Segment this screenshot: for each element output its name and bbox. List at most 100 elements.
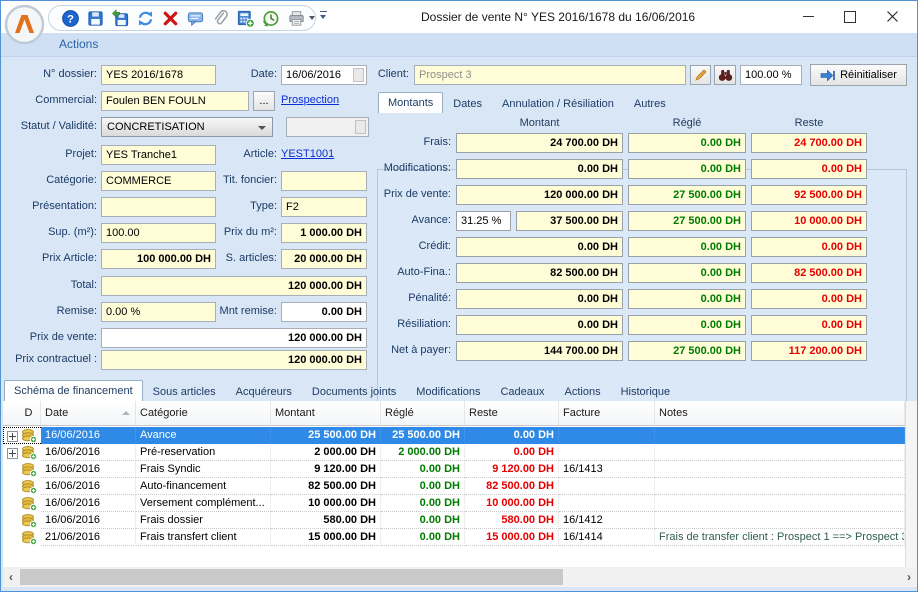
table-row[interactable]: 16/06/2016 Pré-reservation 2 000.00 DH 2… <box>3 444 905 461</box>
table-row[interactable]: 21/06/2016 Frais transfert client 15 000… <box>3 529 905 546</box>
save-icon[interactable] <box>84 7 106 29</box>
calculator-add-icon[interactable] <box>234 7 256 29</box>
comment-icon[interactable] <box>184 7 206 29</box>
save-import-icon[interactable] <box>109 7 131 29</box>
delete-icon[interactable] <box>159 7 181 29</box>
row-expander[interactable] <box>7 431 18 442</box>
cell-notes[interactable] <box>655 478 905 495</box>
maximize-button[interactable] <box>829 1 871 32</box>
tab-sous-articles[interactable]: Sous articles <box>143 382 226 401</box>
modifications-reste-field[interactable]: 0.00 DH <box>751 159 867 179</box>
cell-facture[interactable] <box>559 478 655 495</box>
avance-percent-field[interactable]: 31.25 % <box>456 211 511 231</box>
scroll-right-icon[interactable]: › <box>901 567 917 587</box>
penalite-regle-field[interactable]: 0.00 DH <box>628 289 746 309</box>
header-categorie[interactable]: Catégorie <box>136 401 271 425</box>
presentation-field[interactable] <box>101 197 216 217</box>
modifications-montant-field[interactable]: 0.00 DH <box>456 159 623 179</box>
tab-cadeaux[interactable]: Cadeaux <box>490 382 554 401</box>
cell-montant[interactable]: 9 120.00 DH <box>271 461 381 478</box>
cell-notes[interactable] <box>655 427 905 444</box>
cell-montant[interactable]: 2 000.00 DH <box>271 444 381 461</box>
edit-pencil-icon[interactable] <box>690 65 711 85</box>
help-icon[interactable]: ? <box>59 7 81 29</box>
penalite-reste-field[interactable]: 0.00 DH <box>751 289 867 309</box>
close-button[interactable] <box>871 1 913 32</box>
reset-button[interactable]: Réinitialiser <box>810 64 907 86</box>
cell-reste[interactable]: 82 500.00 DH <box>465 478 559 495</box>
tab-montants[interactable]: Montants <box>378 92 443 113</box>
cell-regle[interactable]: 0.00 DH <box>381 512 465 529</box>
header-reste[interactable]: Reste <box>465 401 559 425</box>
header-regle[interactable]: Réglé <box>381 401 465 425</box>
cell-categorie[interactable]: Frais dossier <box>136 512 271 529</box>
statut-combobox[interactable]: CONCRETISATION <box>101 117 273 137</box>
client-field[interactable]: Prospect 3 <box>414 65 686 85</box>
cell-regle[interactable]: 0.00 DH <box>381 495 465 512</box>
net-a-payer-montant-field[interactable]: 144 700.00 DH <box>456 341 623 361</box>
net-a-payer-reste-field[interactable]: 117 200.00 DH <box>751 341 867 361</box>
cell-date[interactable]: 16/06/2016 <box>41 512 136 529</box>
cell-montant[interactable]: 25 500.00 DH <box>271 427 381 444</box>
cell-categorie[interactable]: Frais Syndic <box>136 461 271 478</box>
cell-notes[interactable] <box>655 495 905 512</box>
resiliation-reste-field[interactable]: 0.00 DH <box>751 315 867 335</box>
menu-actions[interactable]: Actions <box>59 37 98 51</box>
total-field[interactable]: 120 000.00 DH <box>101 276 367 296</box>
tab-actions[interactable]: Actions <box>555 382 611 401</box>
prix-vente-regle-field[interactable]: 27 500.00 DH <box>628 185 746 205</box>
credit-montant-field[interactable]: 0.00 DH <box>456 237 623 257</box>
cell-facture[interactable] <box>559 444 655 461</box>
row-expander[interactable] <box>7 448 18 459</box>
resiliation-montant-field[interactable]: 0.00 DH <box>456 315 623 335</box>
cell-regle[interactable]: 2 000.00 DH <box>381 444 465 461</box>
prix-article-field[interactable]: 100 000.00 DH <box>101 249 216 269</box>
cell-montant[interactable]: 580.00 DH <box>271 512 381 529</box>
toolbar-overflow-icon[interactable] <box>319 10 329 24</box>
table-row[interactable]: 16/06/2016 Frais dossier 580.00 DH 0.00 … <box>3 512 905 529</box>
cell-montant[interactable]: 15 000.00 DH <box>271 529 381 546</box>
cell-facture[interactable]: 16/1413 <box>559 461 655 478</box>
cell-reste[interactable]: 10 000.00 DH <box>465 495 559 512</box>
tit-foncier-field[interactable] <box>281 171 367 191</box>
cell-date[interactable]: 16/06/2016 <box>41 495 136 512</box>
resiliation-regle-field[interactable]: 0.00 DH <box>628 315 746 335</box>
header-d[interactable]: D <box>17 401 41 425</box>
cell-facture[interactable] <box>559 427 655 444</box>
cell-date[interactable]: 16/06/2016 <box>41 461 136 478</box>
minimize-button[interactable] <box>787 1 829 32</box>
header-facture[interactable]: Facture <box>559 401 655 425</box>
auto-fina-reste-field[interactable]: 82 500.00 DH <box>751 263 867 283</box>
cell-categorie[interactable]: Frais transfert client <box>136 529 271 546</box>
prix-vente-field[interactable]: 120 000.00 DH <box>101 328 367 348</box>
print-icon[interactable] <box>284 7 308 29</box>
scroll-left-icon[interactable]: ‹ <box>3 567 19 587</box>
attachment-icon[interactable] <box>209 7 231 29</box>
credit-reste-field[interactable]: 0.00 DH <box>751 237 867 257</box>
table-row[interactable]: 16/06/2016 Frais Syndic 9 120.00 DH 0.00… <box>3 461 905 478</box>
cell-categorie[interactable]: Versement complément... <box>136 495 271 512</box>
cell-montant[interactable]: 82 500.00 DH <box>271 478 381 495</box>
auto-fina-montant-field[interactable]: 82 500.00 DH <box>456 263 623 283</box>
tab-annulation-resiliation[interactable]: Annulation / Résiliation <box>492 94 624 113</box>
cell-montant[interactable]: 10 000.00 DH <box>271 495 381 512</box>
sup-field[interactable]: 100.00 <box>101 223 216 243</box>
cell-regle[interactable]: 0.00 DH <box>381 478 465 495</box>
tab-documents-joints[interactable]: Documents joints <box>302 382 406 401</box>
type-field[interactable]: F2 <box>281 197 367 217</box>
tab-dates[interactable]: Dates <box>443 94 492 113</box>
cell-reste[interactable]: 580.00 DH <box>465 512 559 529</box>
net-a-payer-regle-field[interactable]: 27 500.00 DH <box>628 341 746 361</box>
frais-regle-field[interactable]: 0.00 DH <box>628 133 746 153</box>
commercial-field[interactable]: Foulen BEN FOULN <box>101 91 249 111</box>
tab-acquereurs[interactable]: Acquéreurs <box>226 382 302 401</box>
modifications-regle-field[interactable]: 0.00 DH <box>628 159 746 179</box>
credit-regle-field[interactable]: 0.00 DH <box>628 237 746 257</box>
projet-field[interactable]: YES Tranche1 <box>101 145 216 165</box>
cell-regle[interactable]: 0.00 DH <box>381 529 465 546</box>
cell-categorie[interactable]: Auto-financement <box>136 478 271 495</box>
cell-notes[interactable] <box>655 444 905 461</box>
cell-notes[interactable]: Frais de transfer client : Prospect 1 ==… <box>655 529 905 546</box>
cell-facture[interactable]: 16/1414 <box>559 529 655 546</box>
prix-vente-reste-field[interactable]: 92 500.00 DH <box>751 185 867 205</box>
